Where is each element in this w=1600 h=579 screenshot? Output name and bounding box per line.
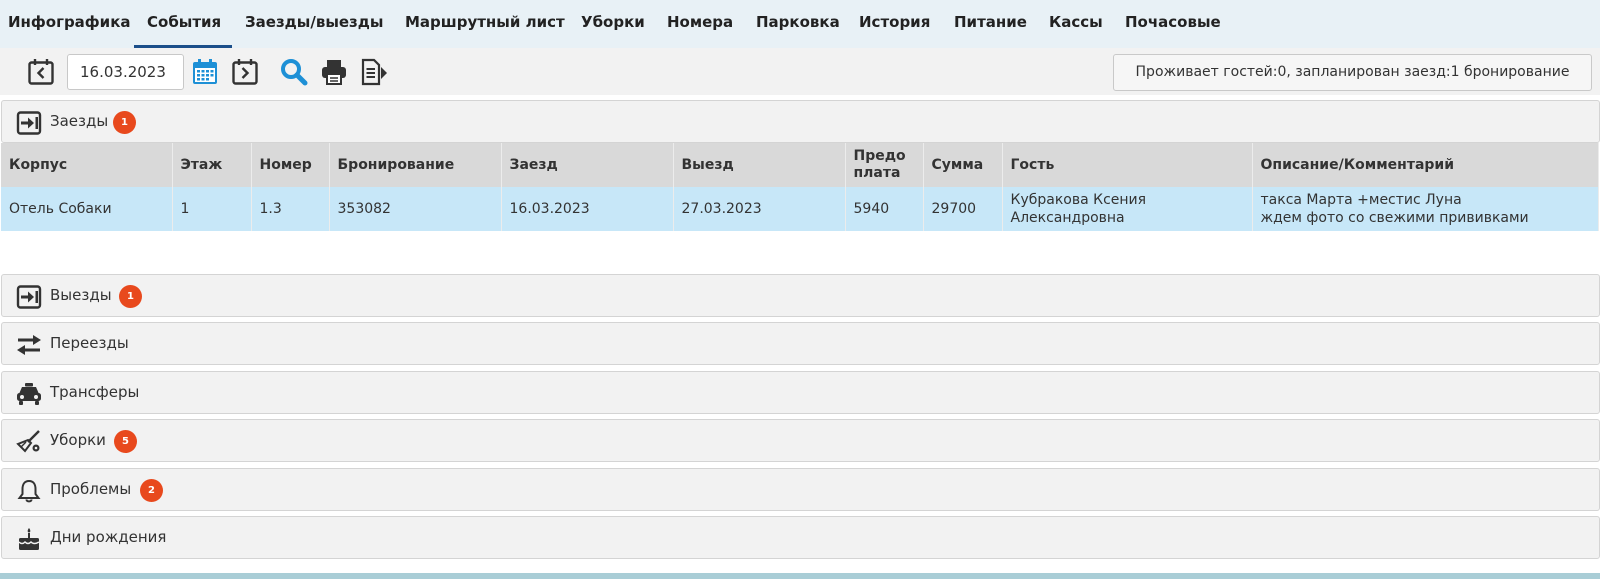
- cell-room: 1.3: [251, 187, 330, 231]
- tab-route-sheet[interactable]: Маршрутный лист: [405, 0, 565, 48]
- column-header[interactable]: Заезд: [501, 143, 674, 187]
- date-input[interactable]: [67, 54, 184, 90]
- section-label: Выезды: [50, 286, 112, 304]
- column-header[interactable]: Выезд: [673, 143, 846, 187]
- cell-building: Отель Собаки: [1, 187, 173, 231]
- departures-count-badge: 1: [119, 285, 142, 308]
- section-label: Проблемы: [50, 480, 132, 498]
- section-label: Дни рождения: [50, 528, 167, 546]
- section-relocations[interactable]: Переезды: [1, 322, 1600, 365]
- tab-hourly[interactable]: Почасовые: [1125, 0, 1221, 48]
- comment-line: такса Марта +местис Луна: [1260, 192, 1462, 208]
- cake-icon: [18, 528, 40, 550]
- column-header[interactable]: Бронирование: [329, 143, 502, 187]
- tab-cleanings[interactable]: Уборки: [581, 0, 645, 48]
- tab-cash-desks[interactable]: Кассы: [1049, 0, 1103, 48]
- cell-comment: такса Марта +местис Луна ждем фото со св…: [1252, 187, 1599, 231]
- arrivals-table: Корпус Этаж Номер Бронирование Заезд Вые…: [1, 143, 1599, 231]
- cell-departure-date: 27.03.2023: [673, 187, 846, 231]
- table-header-row: Корпус Этаж Номер Бронирование Заезд Вые…: [1, 143, 1599, 187]
- section-transfers[interactable]: Трансферы: [1, 371, 1600, 414]
- column-header[interactable]: Этаж: [172, 143, 252, 187]
- print-icon[interactable]: [320, 58, 348, 86]
- section-label: Переезды: [50, 334, 129, 352]
- tab-history[interactable]: История: [859, 0, 930, 48]
- cell-sum: 29700: [923, 187, 1003, 231]
- section-cleanings[interactable]: Уборки 5: [1, 419, 1600, 462]
- logout-icon: [16, 285, 42, 309]
- section-label: Трансферы: [50, 383, 140, 401]
- tab-food[interactable]: Питание: [954, 0, 1027, 48]
- section-birthdays[interactable]: Дни рождения: [1, 516, 1600, 559]
- taxi-icon: [17, 383, 41, 405]
- table-row[interactable]: Отель Собаки 1 1.3 353082 16.03.2023 27.…: [1, 187, 1599, 231]
- search-icon[interactable]: [280, 58, 308, 86]
- tab-check-in-out[interactable]: Заезды/выезды: [245, 0, 383, 48]
- cell-booking: 353082: [329, 187, 502, 231]
- broom-icon: [16, 430, 40, 453]
- cell-guest: Кубракова Ксения Александровна: [1002, 187, 1253, 231]
- tab-infographics[interactable]: Инфографика: [8, 0, 131, 48]
- column-header[interactable]: Предо плата: [845, 143, 924, 187]
- bell-icon: [17, 479, 41, 503]
- tab-events[interactable]: События: [134, 0, 232, 48]
- export-document-icon[interactable]: [360, 58, 388, 86]
- bottom-divider: [0, 573, 1600, 579]
- column-header[interactable]: Корпус: [1, 143, 173, 187]
- column-header[interactable]: Номер: [251, 143, 330, 187]
- section-label: Заезды: [50, 112, 109, 130]
- column-header[interactable]: Описание/Комментарий: [1252, 143, 1599, 187]
- toolbar: Проживает гостей:0, запланирован заезд:1…: [0, 48, 1600, 95]
- section-departures[interactable]: Выезды 1: [1, 274, 1600, 317]
- arrivals-count-badge: 1: [113, 111, 136, 134]
- cleanings-count-badge: 5: [114, 430, 137, 453]
- section-label: Уборки: [50, 431, 106, 449]
- top-navigation: Инфографика События Заезды/выезды Маршру…: [0, 0, 1600, 48]
- cell-arrival-date: 16.03.2023: [501, 187, 674, 231]
- comment-line: ждем фото со свежими прививками: [1260, 210, 1529, 226]
- login-icon: [16, 111, 42, 135]
- section-arrivals[interactable]: Заезды 1: [1, 100, 1600, 143]
- section-problems[interactable]: Проблемы 2: [1, 468, 1600, 511]
- column-header[interactable]: Сумма: [923, 143, 1003, 187]
- tab-rooms[interactable]: Номера: [667, 0, 733, 48]
- tab-parking[interactable]: Парковка: [756, 0, 840, 48]
- next-day-icon[interactable]: [231, 58, 259, 86]
- problems-count-badge: 2: [140, 479, 163, 502]
- calendar-icon[interactable]: [191, 58, 219, 86]
- column-header[interactable]: Гость: [1002, 143, 1253, 187]
- swap-arrows-icon: [17, 335, 41, 355]
- cell-prepayment: 5940: [845, 187, 924, 231]
- cell-floor: 1: [172, 187, 252, 231]
- guest-status-summary: Проживает гостей:0, запланирован заезд:1…: [1113, 54, 1592, 91]
- previous-day-icon[interactable]: [27, 58, 55, 86]
